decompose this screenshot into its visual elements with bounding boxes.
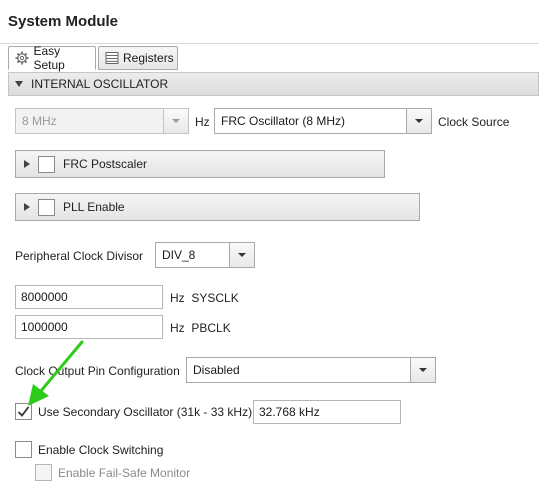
expand-arrow-icon[interactable]	[24, 160, 30, 168]
chevron-down-icon[interactable]	[163, 109, 188, 133]
clock-switching-row: Enable Clock Switching	[15, 441, 163, 458]
clock-source-combo[interactable]: FRC Oscillator (8 MHz)	[214, 108, 432, 134]
fail-safe-checkbox[interactable]	[35, 464, 52, 481]
window-title: System Module	[8, 13, 119, 30]
tab-label: Registers	[123, 51, 174, 65]
clock-source-label: Clock Source	[438, 115, 510, 129]
pbclk-value: 1000000	[21, 320, 68, 334]
sysclk-value: 8000000	[21, 290, 68, 304]
clock-source-value: FRC Oscillator (8 MHz)	[221, 114, 346, 128]
tab-registers[interactable]: Registers	[98, 46, 178, 70]
secondary-osc-frequency-field[interactable]: 32.768 kHz	[253, 400, 401, 424]
expand-arrow-icon[interactable]	[24, 203, 30, 211]
sysclk-name: SYSCLK	[191, 291, 239, 305]
register-table-icon	[105, 50, 119, 66]
chevron-down-icon[interactable]	[406, 109, 431, 133]
sysclk-unit: Hz	[170, 291, 185, 305]
frc-postscaler-panel[interactable]: FRC Postscaler	[15, 150, 385, 178]
clock-output-combo[interactable]: Disabled	[186, 357, 436, 383]
frc-postscaler-checkbox[interactable]	[38, 155, 55, 173]
pbclk-name: PBCLK	[191, 321, 231, 335]
chevron-down-icon[interactable]	[229, 243, 254, 267]
pll-enable-checkbox[interactable]	[38, 198, 55, 216]
fail-safe-label: Enable Fail-Safe Monitor	[58, 465, 191, 480]
pbclk-label: Hz PBCLK	[170, 321, 231, 335]
tab-label: Easy Setup	[33, 44, 65, 72]
frequency-unit-label: Hz	[195, 115, 210, 129]
collapse-arrow-icon	[15, 81, 23, 87]
sysclk-label: Hz SYSCLK	[170, 291, 239, 305]
title-bar: System Module	[0, 0, 539, 44]
frc-postscaler-label: FRC Postscaler	[63, 157, 148, 171]
pbclk-field[interactable]: 1000000	[15, 315, 163, 339]
clock-switching-label: Enable Clock Switching	[38, 442, 164, 457]
frequency-value: 8 MHz	[22, 114, 57, 128]
peripheral-divisor-value: DIV_8	[162, 248, 196, 262]
peripheral-divisor-combo[interactable]: DIV_8	[155, 242, 255, 268]
pbclk-unit: Hz	[170, 321, 185, 335]
clock-switching-checkbox[interactable]	[15, 441, 32, 458]
chevron-down-icon[interactable]	[410, 358, 435, 382]
section-title: INTERNAL OSCILLATOR	[31, 77, 169, 91]
frequency-combo[interactable]: 8 MHz	[15, 108, 189, 134]
sysclk-field[interactable]: 8000000	[15, 285, 163, 309]
fail-safe-row: Enable Fail-Safe Monitor	[35, 464, 190, 481]
section-internal-oscillator[interactable]: INTERNAL OSCILLATOR	[8, 72, 539, 96]
clock-output-value: Disabled	[193, 363, 240, 377]
peripheral-divisor-label: Peripheral Clock Divisor	[15, 249, 144, 263]
tab-easy-setup[interactable]: Easy Setup	[8, 44, 96, 72]
green-arrow-annotation-icon	[28, 340, 84, 406]
secondary-osc-frequency: 32.768 kHz	[259, 405, 320, 419]
gear-icon	[15, 50, 29, 66]
pll-enable-label: PLL Enable	[63, 200, 125, 214]
pll-enable-panel[interactable]: PLL Enable	[15, 193, 420, 221]
